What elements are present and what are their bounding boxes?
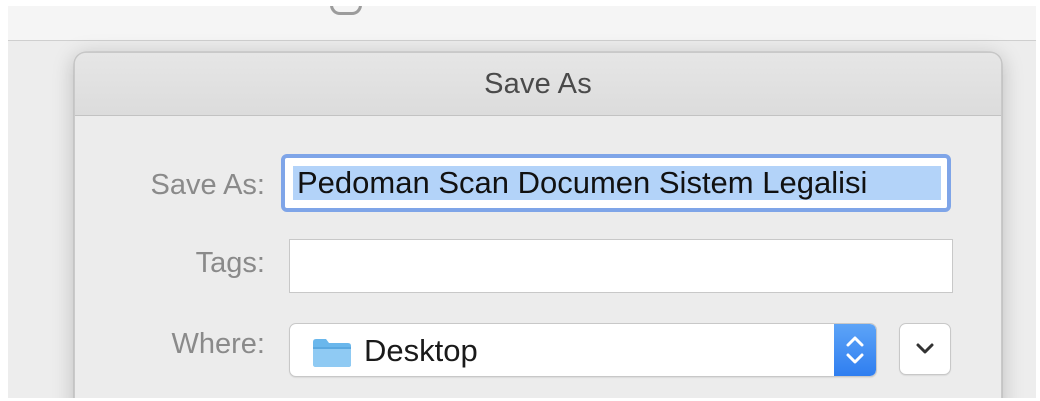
sheet-header: Save As: [75, 53, 1001, 116]
where-location-popup[interactable]: Desktop: [289, 323, 877, 377]
window-backdrop: Save As Save As: Pedoman Scan Documen Si…: [8, 6, 1036, 398]
expand-dialog-button[interactable]: [899, 323, 951, 375]
up-down-chevron-icon: [846, 336, 864, 364]
tags-field[interactable]: [289, 239, 953, 293]
save-as-value[interactable]: Pedoman Scan Documen Sistem Legalisi: [293, 166, 941, 200]
parent-window-titlebar: [8, 6, 1036, 41]
sheet-title: Save As: [484, 67, 592, 100]
save-as-sheet: Save As Save As: Pedoman Scan Documen Si…: [74, 52, 1002, 398]
save-as-label: Save As:: [150, 169, 265, 201]
where-label: Where:: [171, 328, 265, 360]
where-value: Desktop: [364, 333, 478, 368]
partial-title-glyph: [330, 6, 362, 15]
folder-icon: [313, 339, 351, 367]
location-stepper[interactable]: [834, 324, 876, 376]
chevron-down-icon: [916, 343, 934, 354]
save-as-field[interactable]: Pedoman Scan Documen Sistem Legalisi: [281, 154, 951, 212]
tags-label: Tags:: [195, 247, 265, 279]
